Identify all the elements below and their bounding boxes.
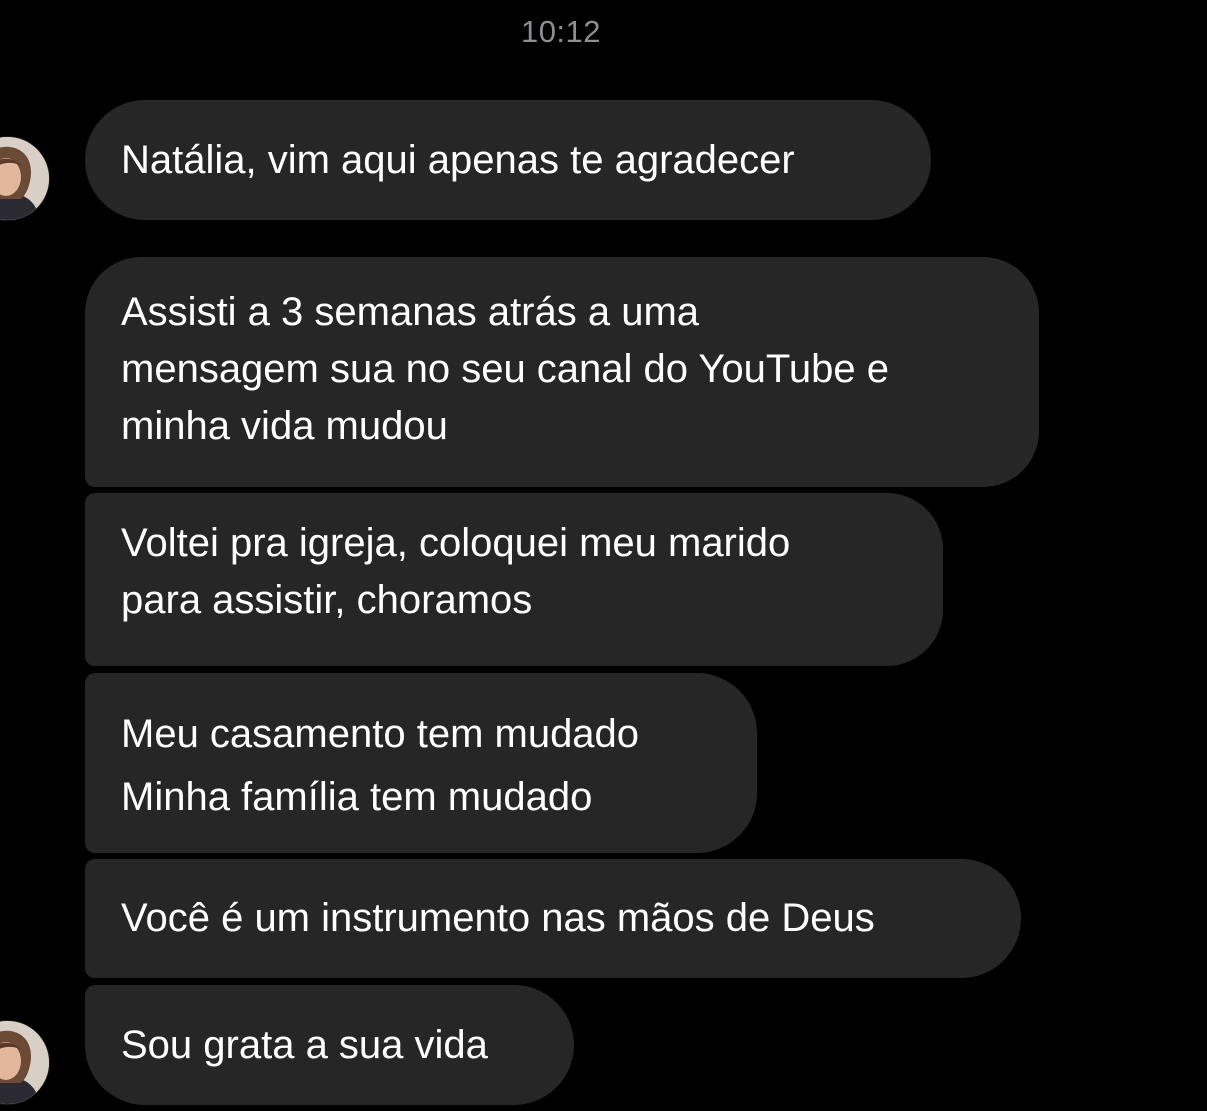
sender-avatar[interactable] — [0, 137, 49, 220]
message-bubble[interactable]: Sou grata a sua vida — [85, 985, 574, 1105]
message-bubble[interactable]: Meu casamento tem mudado Minha família t… — [85, 673, 757, 853]
chat-timestamp: 10:12 — [520, 14, 602, 49]
message-bubble[interactable]: Natália, vim aqui apenas te agradecer — [85, 100, 931, 220]
message-bubble[interactable]: Voltei pra igreja, coloquei meu marido p… — [85, 493, 943, 666]
message-text: Você é um instrumento nas mãos de Deus — [121, 896, 875, 940]
message-bubble[interactable]: Você é um instrumento nas mãos de Deus — [85, 859, 1021, 978]
message-bubble[interactable]: Assisti a 3 semanas atrás a uma mensagem… — [85, 257, 1039, 487]
profile-photo-icon — [0, 1021, 49, 1104]
message-text: Natália, vim aqui apenas te agradecer — [121, 137, 795, 182]
message-text: Sou grata a sua vida — [121, 1022, 488, 1067]
profile-photo-icon — [0, 137, 49, 220]
sender-avatar[interactable] — [0, 1021, 49, 1104]
